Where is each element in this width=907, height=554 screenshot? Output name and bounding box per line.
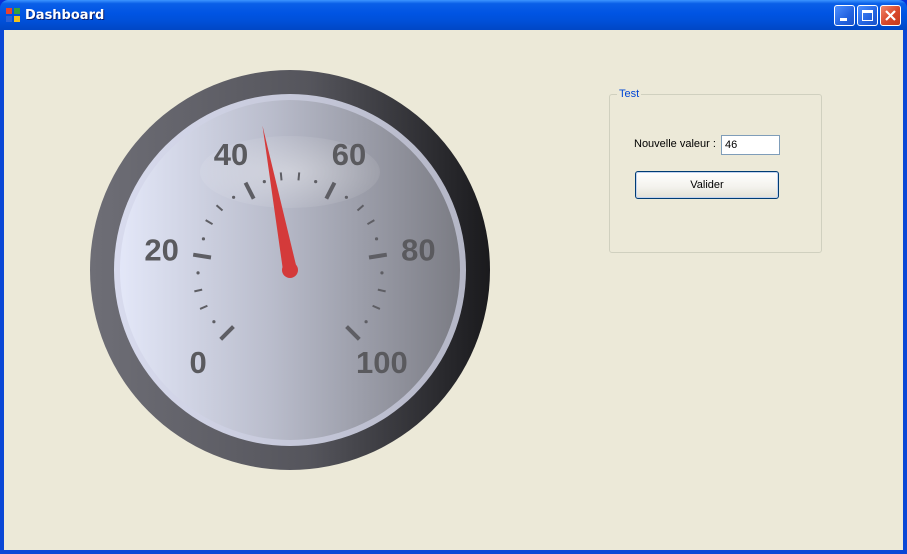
gauge-minor-dot [344, 195, 348, 199]
gauge-minor-dot [212, 320, 216, 324]
gauge-major-tick [368, 252, 388, 260]
gauge-minor-dot [232, 195, 236, 199]
gauge-needle-hub [282, 262, 298, 278]
gauge-major-tick [192, 252, 212, 260]
gauge-minor-dot [314, 180, 318, 184]
valider-button[interactable]: Valider [635, 171, 779, 199]
new-value-input[interactable] [721, 135, 780, 155]
gauge-minor-tick [279, 172, 283, 181]
gauge-minor-dot [196, 271, 200, 275]
maximize-icon [862, 10, 873, 21]
groupbox-title: Test [617, 87, 642, 101]
gauge-minor-dot [201, 237, 206, 241]
gauge: 0 20 40 60 80 100 [90, 70, 490, 470]
gauge-label-80: 80 [401, 233, 435, 268]
gauge-minor-dot [374, 237, 379, 241]
window-title: Dashboard [25, 8, 105, 23]
gauge-label-40: 40 [214, 137, 248, 172]
title-bar[interactable]: Dashboard [0, 0, 907, 30]
minimize-button[interactable] [834, 5, 855, 26]
gauge-label-0: 0 [189, 345, 206, 380]
gauge-label-60: 60 [332, 137, 366, 172]
app-icon[interactable] [6, 8, 21, 23]
minimize-icon [840, 18, 847, 21]
new-value-label: Nouvelle valeur : [634, 138, 716, 150]
close-button[interactable] [880, 5, 901, 26]
maximize-button[interactable] [857, 5, 878, 26]
gauge-minor-tick [297, 172, 301, 181]
client-area: 0 20 40 60 80 100 Test Nouvelle valeur : Vali… [4, 30, 903, 550]
gauge-label-20: 20 [144, 233, 178, 268]
gauge-minor-dot [380, 271, 384, 275]
gauge-minor-dot [364, 320, 368, 324]
app-window: Dashboard 0 20 40 60 80 100 Test Nouvell… [0, 0, 907, 554]
close-icon [885, 10, 896, 21]
gauge-minor-dot [262, 180, 266, 184]
test-groupbox: Test Nouvelle valeur : Valider [609, 87, 822, 253]
gauge-label-100: 100 [356, 345, 408, 380]
